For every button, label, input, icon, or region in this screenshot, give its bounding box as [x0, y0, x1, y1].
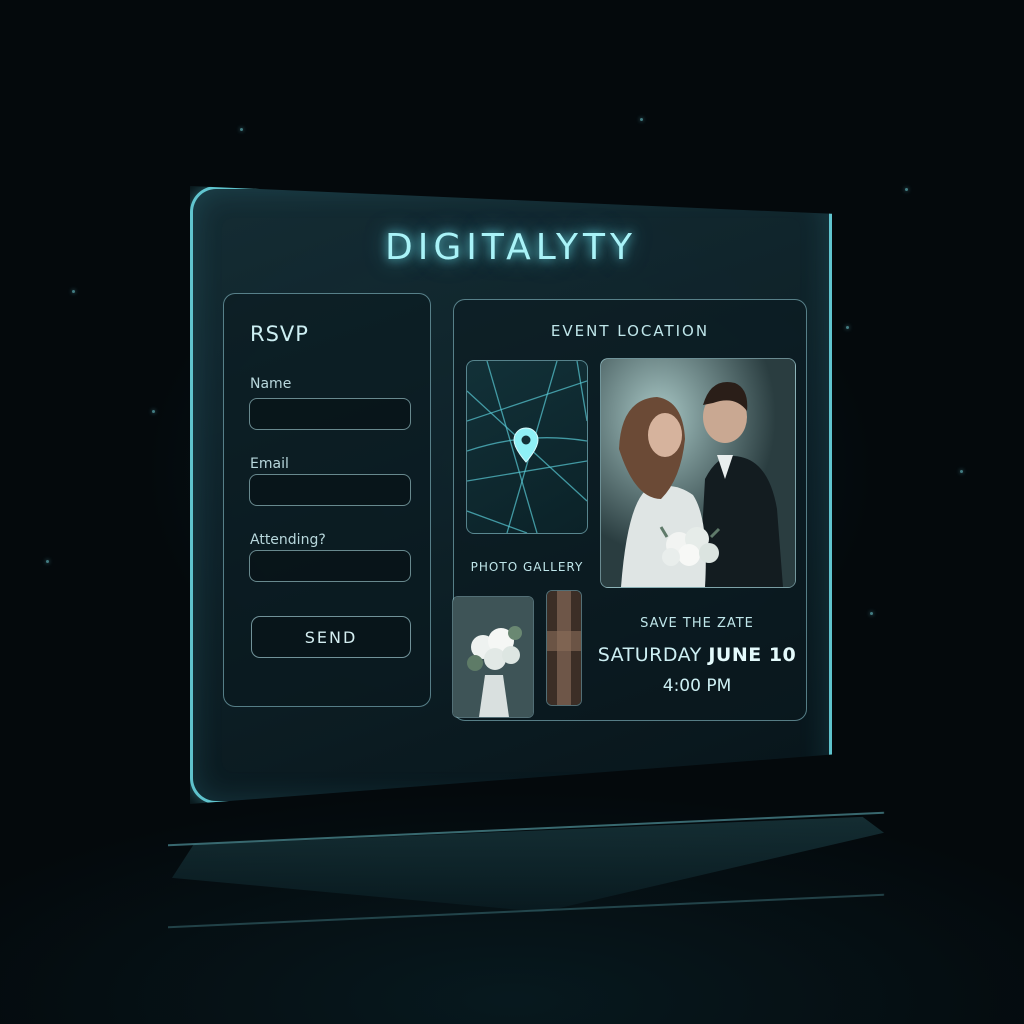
rsvp-title: RSVP [250, 322, 309, 346]
gallery-thumbnail-image [547, 591, 581, 705]
dust-particle [46, 560, 49, 563]
display-panel: DIGITALYTY RSVP Name Email Attending? SE… [190, 186, 832, 804]
couple-illustration [601, 359, 795, 587]
gallery-thumbnail[interactable] [452, 596, 534, 718]
dust-particle [846, 326, 849, 329]
bouquet-thumbnail-image [453, 597, 533, 717]
event-location-heading: EVENT LOCATION [550, 322, 710, 340]
event-month-day: JUNE 10 [708, 644, 797, 666]
event-time: 4:00 PM [662, 676, 732, 696]
name-label: Name [250, 376, 292, 392]
rsvp-form: RSVP Name Email Attending? SEND [223, 293, 431, 707]
attending-label: Attending? [250, 532, 326, 548]
location-map[interactable] [466, 360, 588, 534]
stand-edge [168, 811, 884, 929]
dust-particle [152, 410, 155, 413]
scene: DIGITALYTY RSVP Name Email Attending? SE… [0, 0, 1024, 1024]
event-card: EVENT LOCATION PHOTO GALLERY SAVE THE ZA… [452, 299, 807, 721]
dust-particle [905, 188, 908, 191]
dust-particle [72, 290, 75, 293]
brand-title: DIGITALYTY [385, 227, 637, 268]
save-the-date-label: SAVE THE ZATE [640, 616, 754, 631]
send-button[interactable]: SEND [251, 616, 411, 658]
email-label: Email [250, 456, 289, 472]
event-date: SATURDAY JUNE 10 [594, 644, 800, 666]
attending-input[interactable] [249, 550, 411, 582]
dust-particle [960, 470, 963, 473]
dust-particle [640, 118, 643, 121]
email-input[interactable] [249, 474, 411, 506]
photo-gallery-label: PHOTO GALLERY [470, 560, 584, 574]
gallery-thumbnail[interactable] [546, 590, 582, 706]
map-pin-icon [513, 427, 539, 463]
event-day: SATURDAY [597, 644, 702, 666]
dust-particle [870, 612, 873, 615]
couple-photo[interactable] [600, 358, 796, 588]
dust-particle [240, 128, 243, 131]
name-input[interactable] [249, 398, 411, 430]
